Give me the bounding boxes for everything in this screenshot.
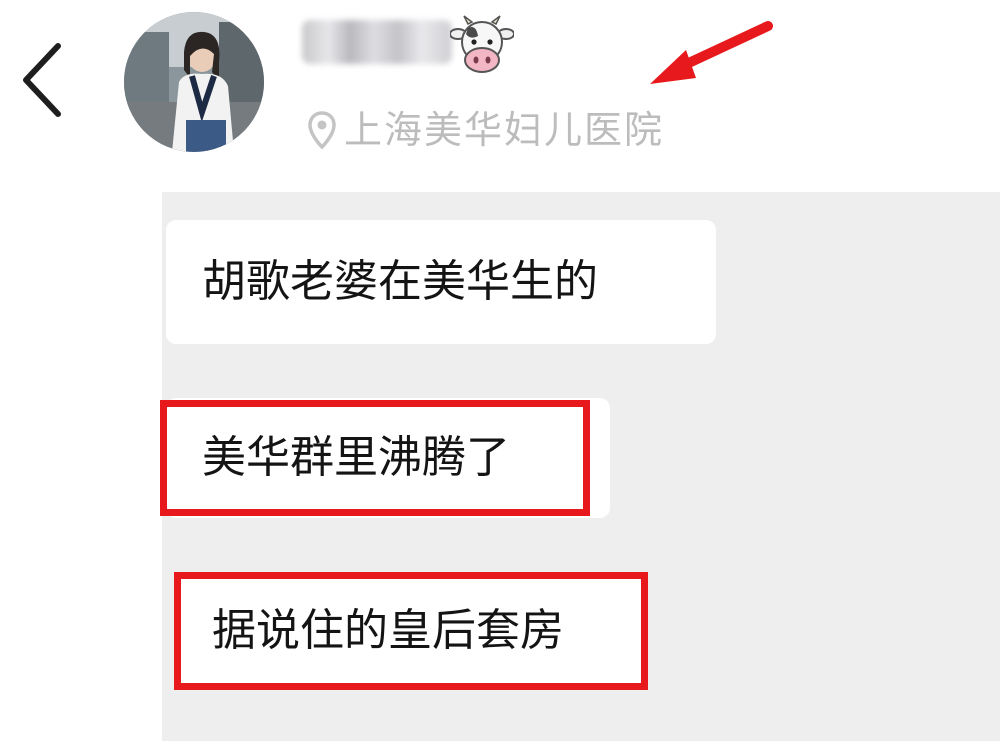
avatar-photo xyxy=(124,12,264,152)
avatar[interactable] xyxy=(124,12,264,152)
blurred-username xyxy=(302,20,452,64)
location-text: 上海美华妇儿医院 xyxy=(344,108,665,152)
message-text: 胡歌老婆在美华生的 xyxy=(202,256,598,307)
back-button[interactable] xyxy=(18,40,68,120)
red-arrow-annotation xyxy=(650,21,773,84)
message-bubble[interactable]: 胡歌老婆在美华生的 xyxy=(166,220,716,344)
message-text: 美华群里沸腾了 xyxy=(202,432,510,483)
message-bubble[interactable]: 据说住的皇后套房 xyxy=(176,572,646,690)
message-text: 据说住的皇后套房 xyxy=(212,605,564,656)
chevron-left-icon xyxy=(23,43,61,117)
cow-face-icon xyxy=(449,14,515,76)
location-tag[interactable]: 上海美华妇儿医院 xyxy=(308,106,664,154)
message-bubble[interactable]: 美华群里沸腾了 xyxy=(166,398,610,518)
chat-header: 上海美华妇儿医院 xyxy=(0,0,1000,192)
location-pin-icon xyxy=(308,111,336,149)
